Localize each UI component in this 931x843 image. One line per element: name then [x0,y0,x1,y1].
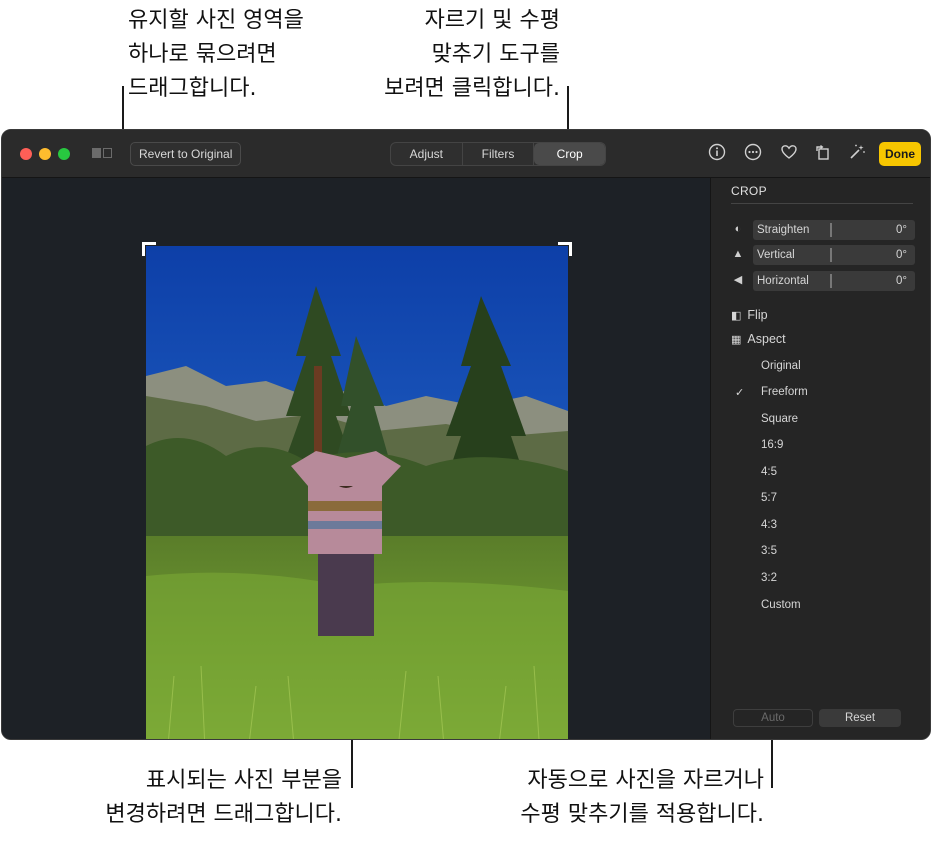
slider-track[interactable]: Horizontal 0° [753,271,915,291]
aspect-option-4-3[interactable]: 4:3 [761,519,777,531]
photo-image[interactable] [146,246,568,739]
flip-button[interactable]: ◧ Flip [731,308,768,322]
aspect-option-3-5[interactable]: 3:5 [761,545,777,557]
crop-sidebar: CROP ◐ Straighten 0° ▲ Vertical 0° ◀ Hor… [710,178,930,739]
sidebar-title: CROP [731,184,767,198]
aspect-option-5-7[interactable]: 5:7 [761,492,777,504]
view-toggle[interactable] [92,148,112,158]
callout-drag-photo: 표시되는 사진 부분을 변경하려면 드래그합니다. [105,768,342,827]
photos-window: Revert to Original Adjust Filters Crop D… [1,129,931,740]
heart-icon[interactable] [778,143,800,165]
split-view-icon [103,148,112,158]
aspect-option-original[interactable]: Original [761,360,801,372]
info-icon[interactable] [706,143,728,165]
aspect-option-3-2[interactable]: 3:2 [761,572,777,584]
slider-label: Horizontal [757,275,809,287]
straighten-slider[interactable]: ◐ Straighten 0° [731,220,915,240]
slider-value: 0° [896,249,907,261]
callout-crop-tab: 자르기 및 수평 맞추기 도구를 보려면 클릭합니다. [384,8,560,101]
slider-track[interactable]: Straighten 0° [753,220,915,240]
close-button[interactable] [20,148,32,160]
vertical-icon: ▲ [732,248,744,260]
slider-track[interactable]: Vertical 0° [753,245,915,265]
zoom-button[interactable] [58,148,70,160]
flip-icon: ◧ [731,310,742,322]
slider-tick [830,223,832,237]
magic-wand-icon[interactable] [846,143,868,165]
vertical-slider[interactable]: ▲ Vertical 0° [731,245,915,265]
tab-adjust[interactable]: Adjust [391,143,463,165]
divider [731,203,913,204]
horizontal-slider[interactable]: ◀ Horizontal 0° [731,271,915,291]
more-icon[interactable] [742,143,764,165]
tab-filters[interactable]: Filters [463,143,535,165]
done-button[interactable]: Done [879,142,921,166]
aspect-label: Aspect [747,332,786,346]
edit-mode-tabs: Adjust Filters Crop [390,142,606,166]
callout-auto: 자동으로 사진을 자르거나 수평 맞추기를 적용합니다. [520,768,764,827]
toolbar: Revert to Original Adjust Filters Crop D… [2,130,930,178]
slider-tick [830,274,832,288]
crop-handle-top-left[interactable] [142,242,156,256]
slider-value: 0° [896,224,907,236]
slider-tick [830,248,832,262]
straighten-icon: ◐ [734,223,742,235]
aspect-option-freeform[interactable]: Freeform [761,386,808,398]
reset-button[interactable]: Reset [819,709,901,727]
slider-value: 0° [896,275,907,287]
auto-button[interactable]: Auto [733,709,813,727]
single-view-icon [92,148,101,158]
photo-canvas[interactable] [2,178,710,739]
flip-label: Flip [747,308,768,322]
callout-crop-handle: 유지할 사진 영역을 하나로 묶으려면 드래그합니다. [128,8,304,101]
slider-label: Vertical [757,249,795,261]
horizontal-icon: ◀ [733,274,743,286]
revert-to-original-button[interactable]: Revert to Original [130,142,242,166]
aspect-option-square[interactable]: Square [761,413,798,425]
minimize-button[interactable] [39,148,51,160]
rotate-icon[interactable] [812,143,834,165]
aspect-option-4-5[interactable]: 4:5 [761,466,777,478]
aspect-option-custom[interactable]: Custom [761,599,801,611]
tab-crop[interactable]: Crop [534,143,605,165]
aspect-header: ▦ Aspect [731,332,786,346]
aspect-icon: ▦ [731,334,742,346]
aspect-option-16-9[interactable]: 16:9 [761,439,783,451]
checkmark-icon: ✓ [735,387,745,399]
crop-handle-top-right[interactable] [558,242,572,256]
slider-label: Straighten [757,224,810,236]
